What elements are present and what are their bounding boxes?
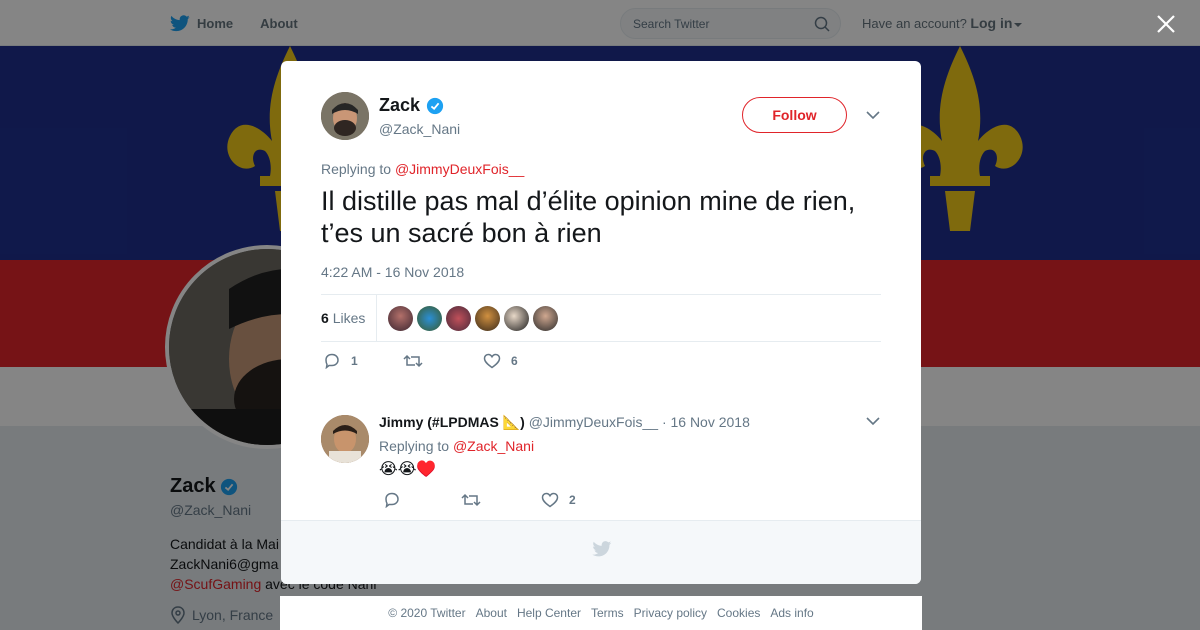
twitter-bird-icon: [592, 541, 612, 557]
replying-to-link[interactable]: @JimmyDeuxFois__: [395, 161, 524, 177]
liker-avatar[interactable]: [504, 306, 529, 331]
tweet-author-handle[interactable]: @Zack_Nani: [379, 121, 460, 137]
reply-date[interactable]: · 16 Nov 2018: [662, 414, 750, 430]
reply-header: Jimmy (#LPDMAS 📐) @JimmyDeuxFois__ · 16 …: [379, 414, 750, 431]
heart-icon: [483, 353, 501, 369]
reply-replying-prefix: Replying to: [379, 438, 453, 454]
reply-button[interactable]: 1: [323, 353, 358, 369]
reply-icon: [325, 353, 339, 369]
footer-link-ads-info[interactable]: Ads info: [770, 606, 813, 620]
reply-count: 1: [351, 354, 358, 368]
likes-count: 6: [321, 310, 329, 326]
footer-copyright: © 2020 Twitter: [388, 606, 466, 620]
tweet-modal: Zack @Zack_Nani Follow Replying to @Jimm…: [281, 61, 921, 584]
footer-link-help-center[interactable]: Help Center: [517, 606, 581, 620]
reply-author-handle[interactable]: @JimmyDeuxFois__: [529, 414, 658, 430]
tweet-author-avatar[interactable]: [321, 92, 369, 140]
reply-author-name[interactable]: Jimmy (#LPDMAS 📐): [379, 414, 525, 430]
reply-author-avatar[interactable]: [321, 415, 369, 463]
retweet-icon: [403, 354, 423, 368]
footer-link-terms[interactable]: Terms: [591, 606, 624, 620]
reply-reply-button[interactable]: [383, 492, 411, 508]
reply-icon: [385, 492, 399, 508]
liker-avatar[interactable]: [533, 306, 558, 331]
chevron-down-icon[interactable]: [866, 110, 880, 120]
likers-avatars: [388, 306, 562, 331]
likes-stat[interactable]: 6 Likes: [321, 310, 365, 326]
tweet-text: Il distille pas mal d’élite opinion mine…: [321, 186, 856, 248]
footer-link-cookies[interactable]: Cookies: [717, 606, 760, 620]
tweet-author-name-text: Zack: [379, 95, 421, 115]
chevron-down-icon[interactable]: [866, 416, 880, 426]
reply-text: 😭😭♥️: [379, 461, 437, 478]
reply-author-photo: [321, 415, 369, 463]
liker-avatar[interactable]: [388, 306, 413, 331]
heart-icon: [541, 492, 559, 508]
retweet-icon: [461, 493, 481, 507]
site-footer: © 2020 Twitter About Help Center Terms P…: [280, 596, 922, 630]
like-button[interactable]: 6: [483, 353, 518, 369]
likes-label: Likes: [332, 310, 366, 326]
footer-link-privacy[interactable]: Privacy policy: [634, 606, 707, 620]
close-icon[interactable]: [1155, 13, 1177, 35]
liker-avatar[interactable]: [417, 306, 442, 331]
retweet-button[interactable]: [403, 353, 433, 369]
footer-link-about[interactable]: About: [476, 606, 507, 620]
reply-replying-to-link[interactable]: @Zack_Nani: [453, 438, 534, 454]
author-photo: [321, 92, 369, 140]
replying-to: Replying to @JimmyDeuxFois__: [321, 161, 524, 177]
tweet-actions: 1 6: [323, 353, 623, 373]
liker-avatar[interactable]: [446, 306, 471, 331]
reply-like-count: 2: [569, 493, 576, 507]
like-count: 6: [511, 354, 518, 368]
tweet-timestamp[interactable]: 4:22 AM - 16 Nov 2018: [321, 264, 464, 280]
tweet-stats: 6 Likes: [321, 294, 881, 342]
replying-prefix: Replying to: [321, 161, 395, 177]
reply-retweet-button[interactable]: [461, 492, 491, 508]
reply-actions: 2: [383, 492, 683, 512]
follow-button[interactable]: Follow: [742, 97, 847, 133]
reply-like-button[interactable]: 2: [541, 492, 576, 508]
verified-badge-icon: [426, 97, 444, 114]
tweet-author-name[interactable]: Zack: [379, 95, 444, 116]
reply-replying-to: Replying to @Zack_Nani: [379, 438, 534, 454]
modal-footer: [281, 520, 921, 584]
stats-divider: [376, 295, 377, 341]
liker-avatar[interactable]: [475, 306, 500, 331]
